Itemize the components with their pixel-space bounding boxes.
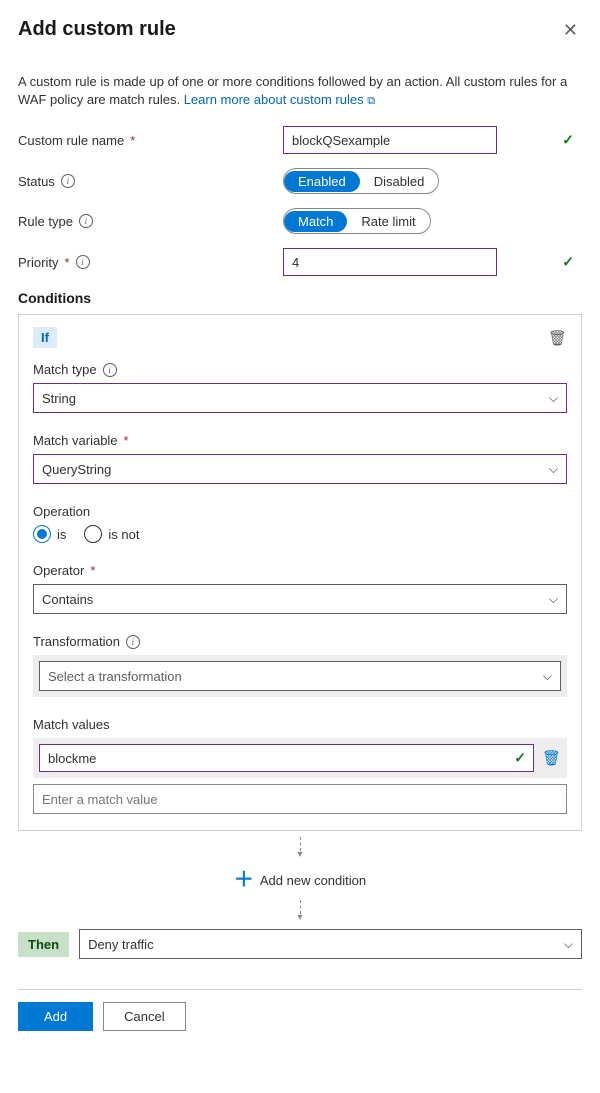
priority-input[interactable] (283, 248, 497, 276)
connector: ▾ (18, 900, 582, 923)
label-operator: Operator * (33, 563, 567, 578)
rule-type-match-option[interactable]: Match (284, 211, 347, 232)
info-icon[interactable]: i (76, 255, 90, 269)
chevron-down-icon: ⌵ (549, 391, 558, 406)
conditions-heading: Conditions (18, 290, 582, 306)
label-match-type: Match type i (33, 362, 567, 377)
chevron-down-icon: ⌵ (549, 592, 558, 607)
condition-card: If 🗑 Match type i String ⌵ Match variabl… (18, 314, 582, 831)
chevron-down-icon: ⌵ (543, 669, 552, 684)
radio-icon (84, 525, 102, 543)
chevron-down-icon: ⌵ (549, 462, 558, 477)
status-enabled-option[interactable]: Enabled (284, 171, 360, 192)
plus-icon: ＋ (234, 870, 254, 890)
if-badge: If (33, 327, 57, 348)
match-variable-select[interactable]: QueryString ⌵ (33, 454, 567, 484)
label-status: Status i (18, 174, 283, 189)
then-badge: Then (18, 932, 69, 957)
label-operation: Operation (33, 504, 567, 519)
info-icon[interactable]: i (61, 174, 75, 188)
delete-condition-icon[interactable]: 🗑 (548, 329, 567, 347)
intro-text: A custom rule is made up of one or more … (18, 73, 582, 108)
delete-match-value-icon[interactable]: 🗑 (542, 749, 561, 767)
operation-isnot-radio[interactable]: is not (84, 525, 139, 543)
radio-icon (33, 525, 51, 543)
add-new-condition-button[interactable]: ＋ Add new condition (234, 866, 366, 894)
label-custom-rule-name: Custom rule name * (18, 133, 283, 148)
label-rule-type: Rule type i (18, 214, 283, 229)
page-title: Add custom rule (18, 18, 176, 41)
label-match-values: Match values (33, 717, 567, 732)
rule-type-toggle[interactable]: Match Rate limit (283, 208, 431, 234)
info-icon[interactable]: i (79, 214, 93, 228)
info-icon[interactable]: i (103, 363, 117, 377)
match-value-input-0[interactable] (39, 744, 534, 772)
rule-type-rate-option[interactable]: Rate limit (347, 211, 429, 232)
then-action-select[interactable]: Deny traffic ⌵ (79, 929, 582, 959)
label-match-variable: Match variable * (33, 433, 567, 448)
chevron-down-icon: ⌵ (564, 937, 573, 952)
operator-select[interactable]: Contains ⌵ (33, 584, 567, 614)
add-button[interactable]: Add (18, 1002, 93, 1031)
info-icon[interactable]: i (126, 635, 140, 649)
operation-is-radio[interactable]: is (33, 525, 66, 543)
close-icon[interactable]: ✕ (559, 18, 582, 43)
custom-rule-name-input[interactable] (283, 126, 497, 154)
status-disabled-option[interactable]: Disabled (360, 171, 439, 192)
connector: ▾ (18, 837, 582, 860)
transformation-select[interactable]: Select a transformation ⌵ (39, 661, 561, 691)
cancel-button[interactable]: Cancel (103, 1002, 185, 1031)
learn-more-link[interactable]: Learn more about custom rules ⧉ (184, 92, 375, 107)
external-link-icon: ⧉ (367, 95, 375, 107)
label-priority: Priority * i (18, 255, 283, 270)
status-toggle[interactable]: Enabled Disabled (283, 168, 439, 194)
match-value-input-new[interactable] (33, 784, 567, 814)
label-transformation: Transformation i (33, 634, 567, 649)
match-type-select[interactable]: String ⌵ (33, 383, 567, 413)
